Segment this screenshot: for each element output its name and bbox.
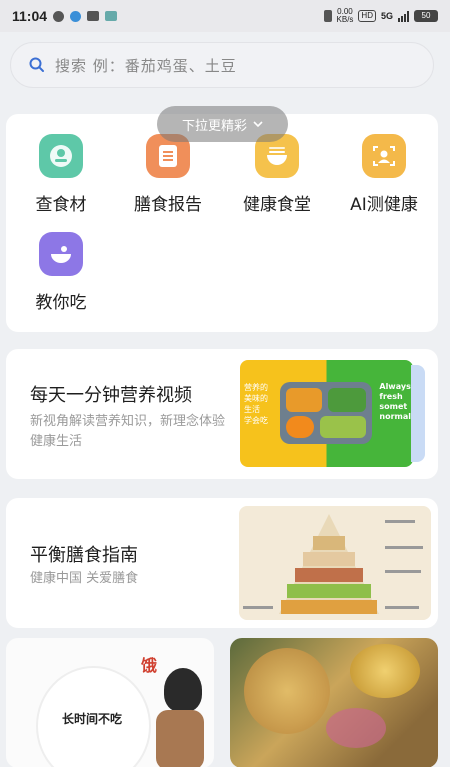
menu-item-teach-eat[interactable]: 教你吃	[11, 232, 111, 313]
status-bar: 11:04 0.00 KB/s HD 5G 50	[0, 0, 450, 32]
chevron-down-icon	[253, 117, 263, 132]
dish-icon	[39, 232, 83, 276]
quick-menu-card: 查食材 膳食报告 健康食堂 AI测健康 教你吃	[6, 114, 438, 332]
battery-icon: 50	[414, 10, 438, 22]
app-icon	[105, 11, 118, 21]
food-tray-image	[280, 382, 372, 444]
card-subtitle: 健康中国 关爱膳食	[30, 571, 139, 586]
menu-item-report[interactable]: 膳食报告	[118, 134, 218, 215]
hd-badge: HD	[358, 10, 376, 22]
menu-item-canteen[interactable]: 健康食堂	[227, 134, 327, 215]
flower-tea-image[interactable]	[230, 638, 438, 767]
vibrate-icon	[323, 10, 332, 22]
card-subtitle: 新视角解读营养知识，新理念体验健康生活	[30, 414, 226, 449]
hunger-illustration[interactable]: 长时间不吃 饿	[6, 638, 214, 767]
signal-label: 5G	[380, 11, 393, 21]
ingredient-icon	[39, 134, 83, 178]
search-bar[interactable]: 搜索 例：番茄鸡蛋、土豆	[10, 42, 434, 88]
status-time: 11:04	[12, 8, 48, 24]
menu-item-ai-health[interactable]: AI测健康	[334, 134, 434, 215]
card-title: 每天一分钟营养视频	[30, 385, 192, 406]
notification-icon	[53, 10, 65, 22]
hunger-tag: 饿	[141, 656, 158, 675]
net-speed: 0.00 KB/s	[336, 7, 354, 24]
person-illustration	[164, 668, 202, 712]
thumb-text-left: 营养的 美味的 生活 学会吃	[244, 383, 268, 425]
food-pyramid-image	[239, 506, 431, 620]
pull-tip-label: 下拉更精彩	[181, 118, 247, 134]
diet-guide-card[interactable]: 平衡膳食指南 健康中国 关爱膳食	[6, 498, 438, 628]
gallery-icon	[87, 11, 100, 21]
menu-label-ai-health: AI测健康	[350, 195, 418, 215]
pull-down-tip: 下拉更精彩	[157, 106, 288, 142]
card-title: 平衡膳食指南	[30, 545, 138, 566]
search-icon	[29, 57, 45, 73]
signal-icon	[398, 10, 409, 22]
menu-label-ingredients: 查食材	[35, 195, 87, 215]
menu-label-canteen: 健康食堂	[243, 195, 311, 215]
menu-item-ingredients[interactable]: 查食材	[11, 134, 111, 215]
search-input[interactable]: 搜索 例：番茄鸡蛋、土豆	[55, 55, 237, 76]
menu-label-teach-eat: 教你吃	[35, 293, 87, 313]
face-scan-icon	[362, 134, 406, 178]
telegram-icon	[70, 10, 82, 22]
thumb-text-right: Always fresh somet normal	[379, 382, 411, 421]
nutrition-video-card[interactable]: 每天一分钟营养视频 新视角解读营养知识，新理念体验健康生活 营养的 美味的 生活…	[6, 349, 438, 479]
nutrition-video-thumbnail: 营养的 美味的 生活 学会吃 Always fresh somet normal	[240, 360, 413, 467]
hunger-label: 长时间不吃	[62, 712, 123, 726]
menu-label-report: 膳食报告	[134, 195, 202, 215]
